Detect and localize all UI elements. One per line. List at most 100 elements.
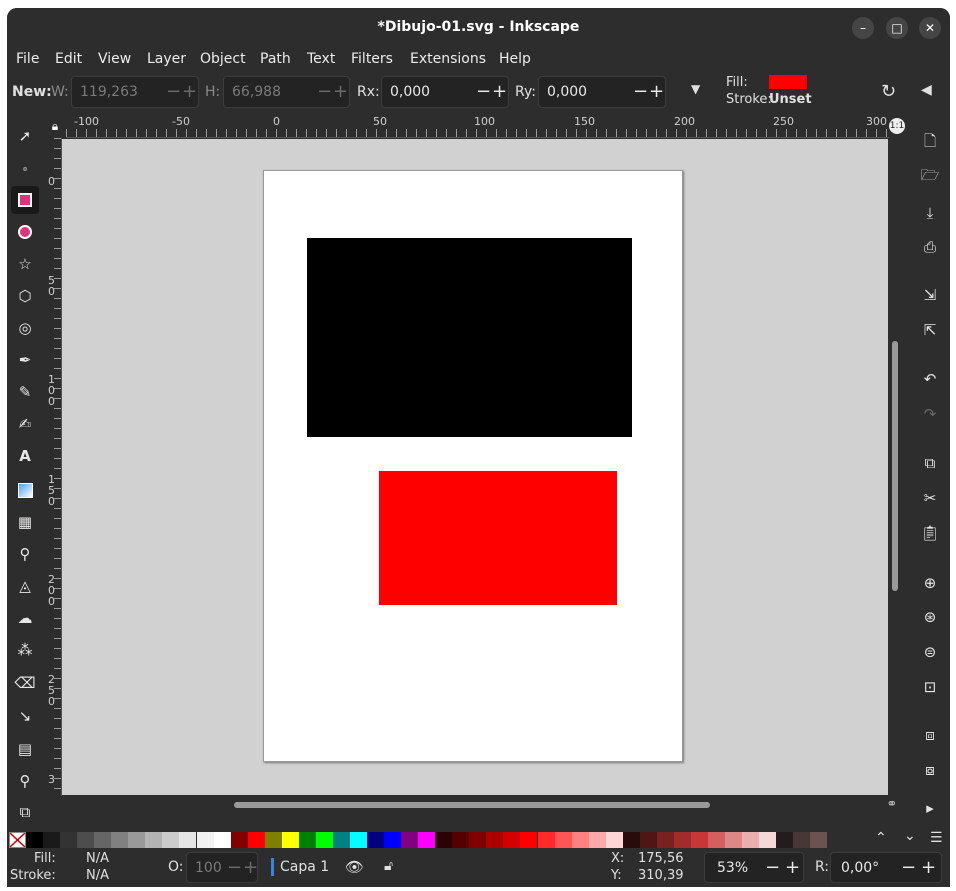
palette-menu-icon[interactable]: ☰	[930, 830, 943, 846]
import-icon[interactable]: ⇲	[918, 284, 942, 306]
zoom-tool-icon[interactable]: ⚲	[11, 767, 39, 795]
palette-swatch[interactable]	[639, 832, 657, 848]
calligraphy-tool-icon[interactable]: ✍	[11, 410, 39, 438]
palette-swatch[interactable]	[418, 832, 436, 848]
more-commands-icon[interactable]: ▸	[918, 797, 942, 819]
close-button[interactable]: ✕	[919, 17, 941, 39]
selector-tool-icon[interactable]: ➚	[11, 122, 39, 150]
3d-box-tool-icon[interactable]: ⬡	[11, 282, 39, 310]
new-document-icon[interactable]: 🗋︎	[918, 132, 942, 154]
palette-swatch[interactable]	[537, 832, 555, 848]
pencil-tool-icon[interactable]: ✎	[11, 378, 39, 406]
maximize-button[interactable]: □	[886, 17, 908, 39]
palette-swatch[interactable]	[94, 832, 112, 848]
palette-swatch[interactable]	[111, 832, 129, 848]
minus-icon[interactable]: −	[765, 859, 780, 877]
palette-swatch[interactable]	[145, 832, 163, 848]
paste-icon[interactable]: 📋︎	[918, 522, 942, 544]
unlock-icon[interactable]: 🔓︎	[384, 858, 393, 874]
menu-text[interactable]: Text	[307, 51, 335, 67]
menu-path[interactable]: Path	[260, 51, 291, 67]
palette-swatch[interactable]	[776, 832, 794, 848]
reset-icon[interactable]: ↻	[881, 81, 896, 102]
minus-icon[interactable]: −	[317, 83, 332, 101]
connector-tool-icon[interactable]: ↘	[11, 702, 39, 730]
status-fill-value[interactable]: N/A	[86, 851, 109, 866]
menu-view[interactable]: View	[98, 51, 131, 67]
width-spinbox[interactable]: 119,263 − +	[71, 76, 199, 108]
clone-icon[interactable]: ⧇	[918, 759, 942, 781]
zoom-page-icon[interactable]: ⊜	[918, 641, 942, 663]
plus-icon[interactable]: +	[182, 83, 197, 101]
rx-spinbox[interactable]: 0,000 − +	[381, 76, 509, 108]
minus-icon[interactable]: −	[166, 83, 181, 101]
palette-swatch[interactable]	[162, 832, 180, 848]
palette-swatch[interactable]	[179, 832, 197, 848]
pages-tool-icon[interactable]: ▤	[11, 735, 39, 763]
palette-swatch[interactable]	[793, 832, 811, 848]
palette-swatch[interactable]	[281, 832, 299, 848]
vertical-scrollbar[interactable]	[888, 139, 902, 795]
palette-swatch[interactable]	[588, 832, 606, 848]
no-paint-swatch[interactable]	[9, 832, 26, 848]
height-spinbox[interactable]: 66,988 − +	[223, 76, 350, 108]
star-tool-icon[interactable]: ☆	[11, 250, 39, 278]
undo-icon[interactable]: ↶	[918, 368, 942, 390]
current-layer[interactable]: Capa 1	[280, 859, 329, 875]
eraser-tool-icon[interactable]: ⌫	[11, 669, 39, 697]
menu-help[interactable]: Help	[499, 51, 531, 67]
plus-icon[interactable]: +	[492, 83, 507, 101]
palette-swatch[interactable]	[656, 832, 674, 848]
status-stroke-value[interactable]: N/A	[86, 868, 109, 883]
horizontal-scrollbar[interactable]	[62, 796, 888, 812]
document-page[interactable]	[263, 170, 683, 762]
gradient-tool-icon[interactable]	[11, 476, 39, 504]
plus-icon[interactable]: +	[333, 83, 348, 101]
minus-icon[interactable]: −	[633, 83, 648, 101]
export-icon[interactable]: ⇱	[918, 319, 942, 341]
palette-swatch[interactable]	[332, 832, 350, 848]
red-rectangle[interactable]	[379, 471, 617, 605]
text-tool-icon[interactable]: A	[11, 442, 39, 470]
ellipse-tool-icon[interactable]	[11, 218, 39, 246]
palette-swatch[interactable]	[384, 832, 402, 848]
palette-swatch[interactable]	[605, 832, 623, 848]
pen-tool-icon[interactable]: ✒	[11, 346, 39, 374]
palette-swatch[interactable]	[708, 832, 725, 848]
palette-swatch[interactable]	[60, 832, 78, 848]
rotation-spinbox[interactable]: 0,00° − +	[830, 852, 942, 883]
zoom-correction-badge[interactable]: 1:1	[889, 118, 905, 134]
minimize-button[interactable]: –	[852, 17, 874, 39]
redo-icon[interactable]: ↷	[918, 403, 942, 425]
palette-swatch[interactable]	[43, 832, 61, 848]
palette-swatch[interactable]	[401, 832, 419, 848]
palette-swatch[interactable]	[435, 832, 453, 848]
node-tool-icon[interactable]: ⬞	[11, 154, 39, 182]
minus-icon[interactable]: −	[227, 859, 242, 877]
menu-edit[interactable]: Edit	[55, 51, 82, 67]
palette-swatch[interactable]	[367, 832, 384, 848]
palette-swatch[interactable]	[196, 832, 214, 848]
horizontal-scroll-thumb[interactable]	[234, 802, 710, 808]
plus-icon[interactable]: +	[649, 83, 664, 101]
palette-swatch[interactable]	[247, 832, 265, 848]
menu-extensions[interactable]: Extensions	[410, 51, 486, 67]
print-icon[interactable]: ⎙	[918, 236, 942, 258]
horizontal-ruler[interactable]: -100 -50 0 50 100 150 200 250 300 1:1	[66, 114, 905, 138]
eye-icon[interactable]: 👁︎	[345, 858, 364, 876]
palette-swatch[interactable]	[486, 832, 504, 848]
plus-icon[interactable]: +	[921, 859, 936, 877]
palette-swatch[interactable]	[554, 832, 572, 848]
zoom-spinbox[interactable]: 53% − +	[704, 852, 804, 883]
minus-icon[interactable]: −	[901, 859, 916, 877]
palette-swatch[interactable]	[810, 832, 828, 848]
palette-swatch[interactable]	[469, 832, 487, 848]
palette-swatch[interactable]	[690, 832, 708, 848]
palette-swatch[interactable]	[571, 832, 589, 848]
palette-swatch[interactable]	[725, 832, 743, 848]
measure-tool-icon[interactable]: ⧉	[11, 798, 39, 826]
palette-up-icon[interactable]: ⌃	[875, 830, 887, 846]
menu-object[interactable]: Object	[200, 51, 246, 67]
mesh-tool-icon[interactable]: ▦	[11, 508, 39, 536]
palette-swatch[interactable]	[759, 832, 777, 848]
